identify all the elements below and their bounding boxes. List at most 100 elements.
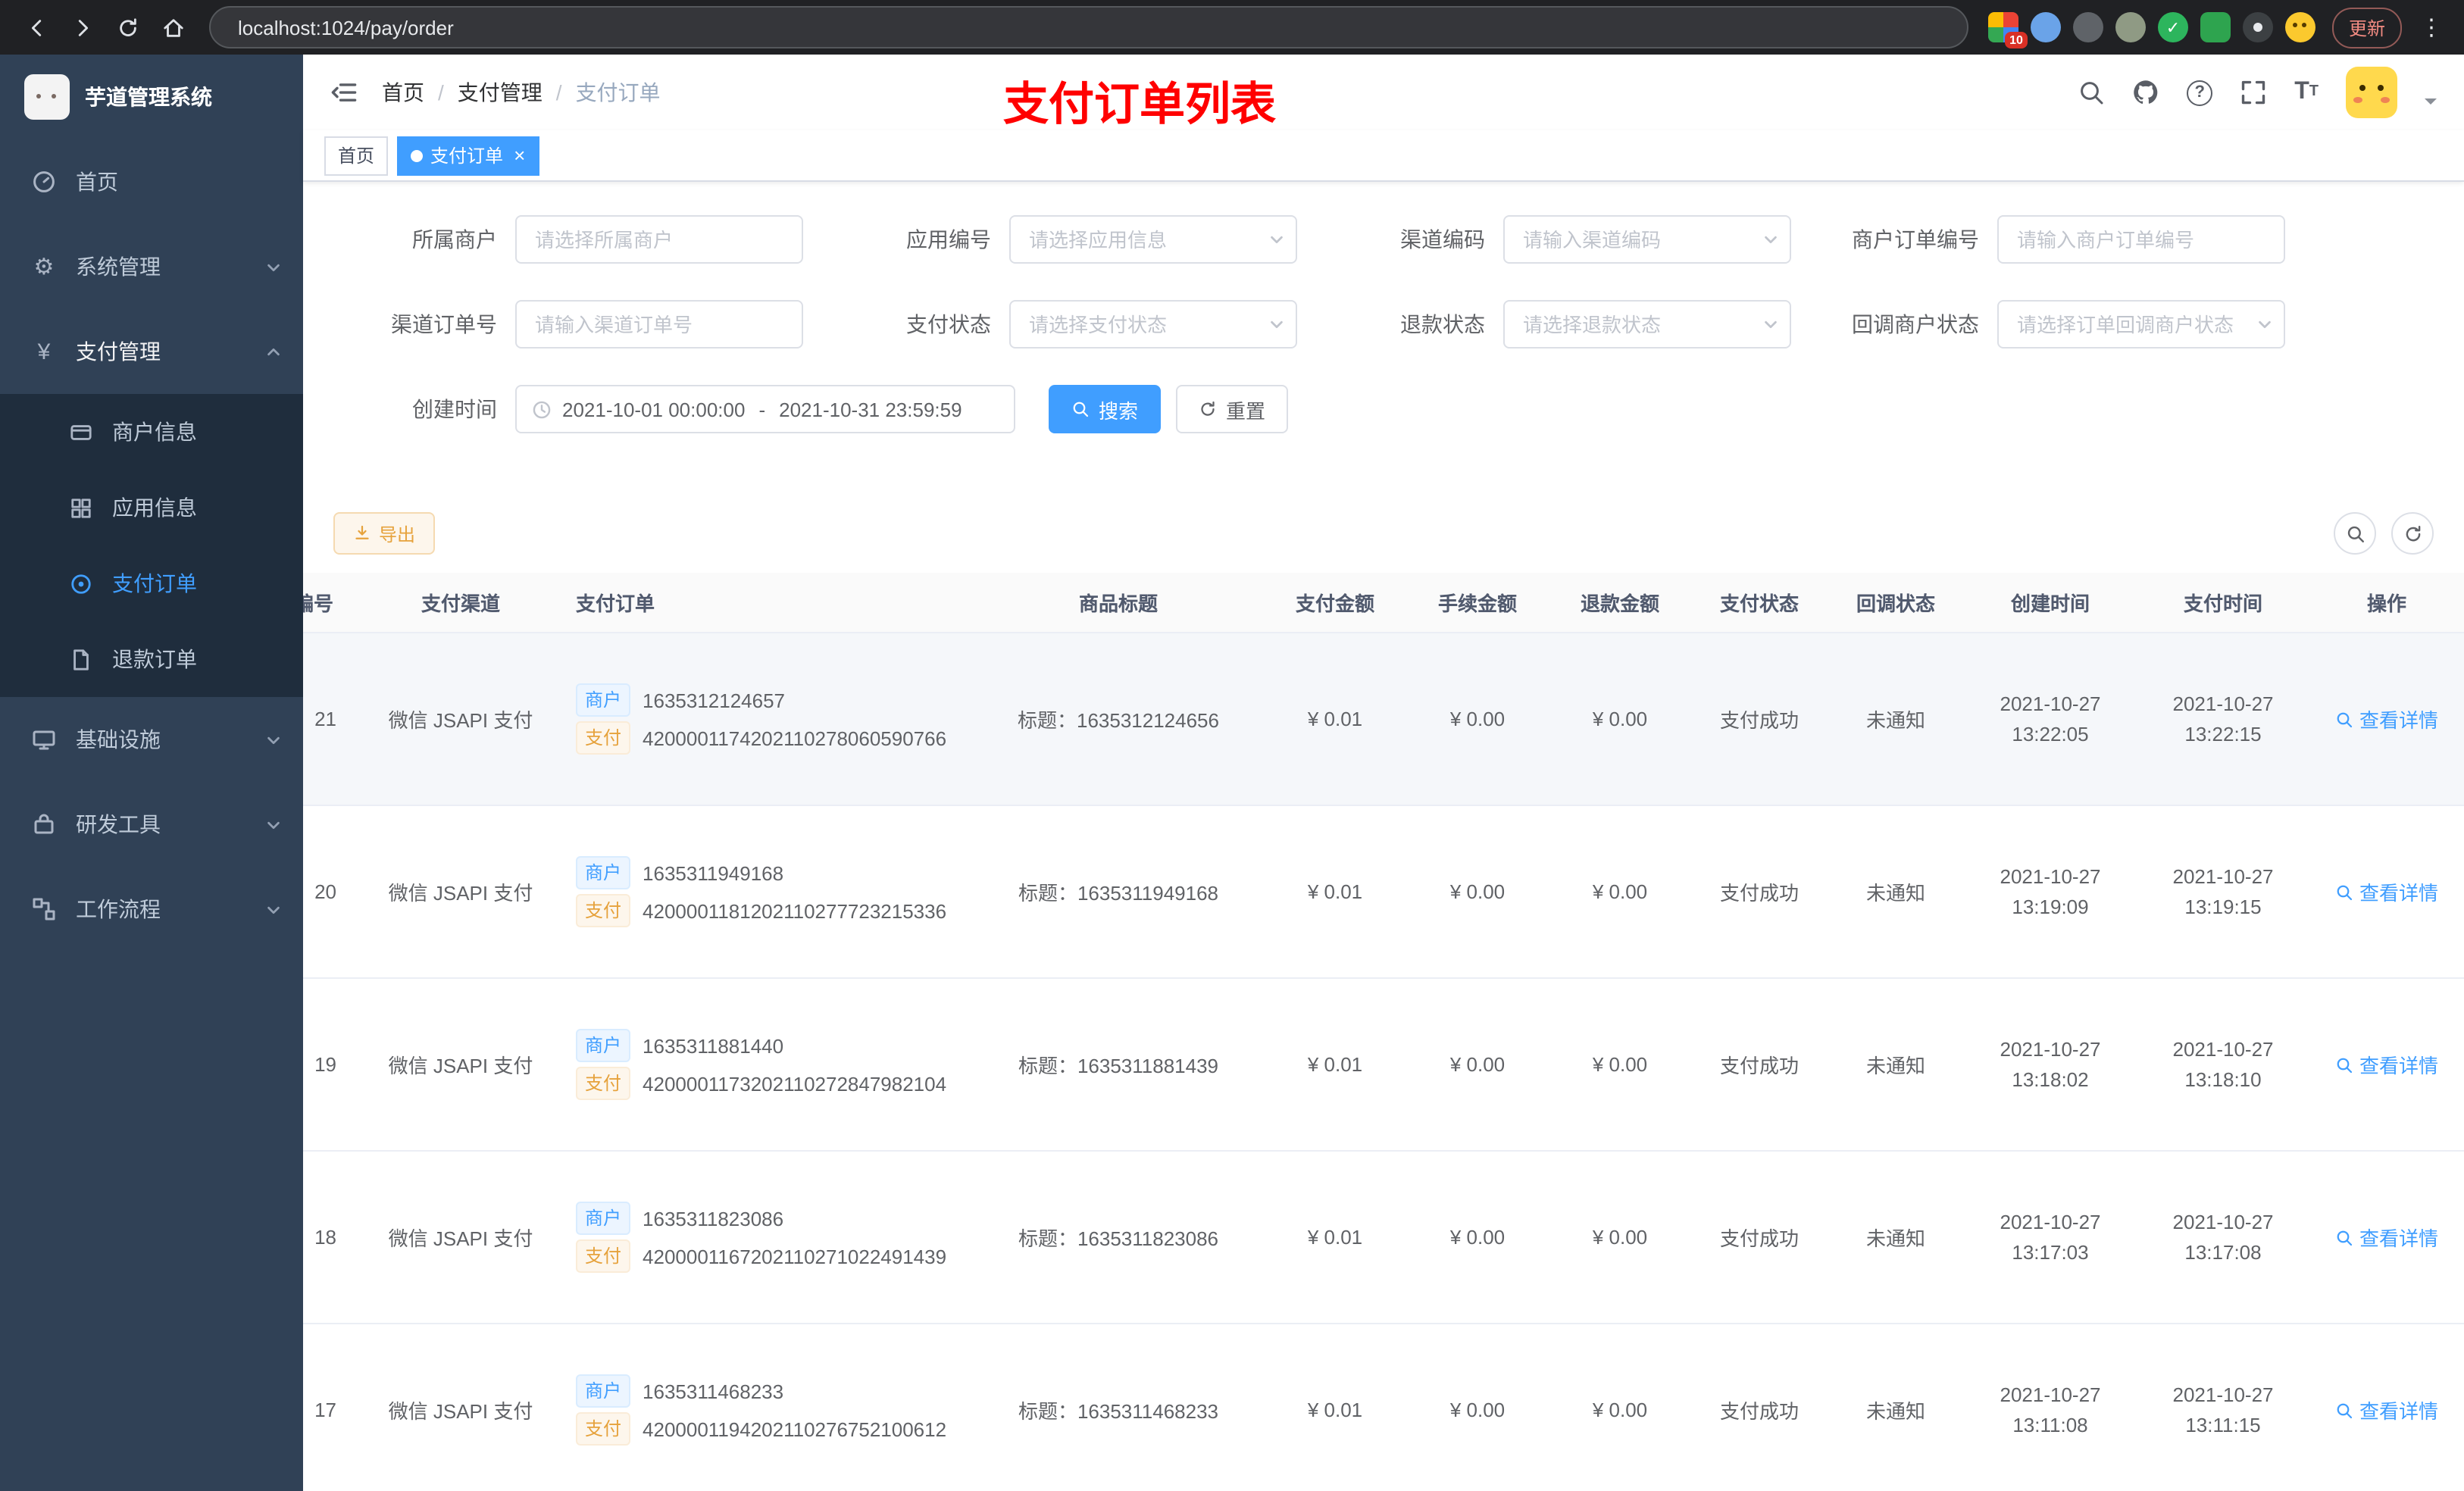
magnifier-icon — [2337, 711, 2353, 727]
home-icon[interactable] — [152, 6, 194, 48]
app-select[interactable] — [1009, 215, 1297, 264]
refresh-icon — [2405, 525, 2420, 541]
table-row[interactable]: 17 微信 JSAPI 支付 商户 1635311468233 支付 4200001… — [303, 1324, 2464, 1491]
sidebar-item-pay-order[interactable]: 支付订单 — [0, 545, 303, 621]
row-id: 19 — [314, 1053, 336, 1076]
target-icon — [67, 572, 94, 595]
extension-icon-green-square[interactable] — [2200, 12, 2231, 42]
created-time: 13:17:03 — [2012, 1240, 2089, 1263]
row-channel: 微信 JSAPI 支付 — [388, 1400, 533, 1423]
table-row[interactable]: 21 微信 JSAPI 支付 商户 1635312124657 支付 4200001… — [303, 633, 2464, 806]
view-detail-link[interactable]: 查看详情 — [2335, 1223, 2438, 1252]
view-detail-label: 查看详情 — [2359, 709, 2438, 732]
refund-status-select[interactable] — [1503, 300, 1791, 349]
tab-home[interactable]: 首页 — [324, 136, 389, 175]
address-bar[interactable]: localhost:1024/pay/order — [209, 6, 1968, 48]
sidebar-item-infra[interactable]: 基础设施 — [0, 697, 303, 782]
magnifier-icon — [2337, 1230, 2353, 1246]
extension-icon-colorgrid[interactable]: 10 — [1987, 12, 2028, 48]
profile-avatar-icon[interactable] — [2284, 12, 2315, 42]
filter-create-time: 创建时间 2021-10-01 00:00:00 - 2021-10-31 23… — [333, 385, 1015, 433]
table-row[interactable]: 20 微信 JSAPI 支付 商户 1635311949168 支付 4200001… — [303, 805, 2464, 979]
close-tab-icon[interactable]: × — [514, 145, 525, 165]
merchant-tag: 商户 — [576, 683, 631, 717]
sidebar-item-devtools[interactable]: 研发工具 — [0, 782, 303, 867]
sidebar-item-home[interactable]: 首页 — [0, 139, 303, 224]
view-detail-link[interactable]: 查看详情 — [2335, 705, 2438, 733]
header-search-icon[interactable] — [2078, 79, 2105, 106]
clock-icon — [533, 400, 551, 418]
extension-icon-blue[interactable] — [2030, 12, 2061, 42]
extension-icon-dark[interactable] — [2072, 12, 2103, 42]
breadcrumb-home[interactable]: 首页 — [382, 77, 424, 108]
refresh-table-button[interactable] — [2391, 512, 2434, 555]
help-icon[interactable]: ? — [2187, 80, 2213, 105]
row-channel: 微信 JSAPI 支付 — [388, 1055, 533, 1077]
magnifier-icon — [2337, 884, 2353, 900]
view-detail-link[interactable]: 查看详情 — [2335, 877, 2438, 906]
sidebar: 芋道管理系统 首页 ⚙ 系统管理 ¥ 支付管理 商户信息 应用信息 支付订单 退… — [0, 55, 303, 1491]
table-row[interactable]: 19 微信 JSAPI 支付 商户 1635311881440 支付 4200001… — [303, 978, 2464, 1152]
row-fee: ¥ 0.00 — [1449, 1399, 1506, 1421]
filter-merchant-order-no: 商户订单编号 — [1815, 215, 2309, 264]
reset-button[interactable]: 重置 — [1176, 385, 1289, 433]
workflow-icon — [30, 897, 58, 921]
row-amount: ¥ 0.01 — [1307, 1226, 1363, 1249]
forward-icon[interactable] — [61, 6, 103, 48]
sidebar-item-app-info[interactable]: 应用信息 — [0, 470, 303, 545]
pay-no: 4200001167202110271022491439 — [643, 1245, 947, 1268]
search-button[interactable]: 搜索 — [1049, 385, 1162, 433]
pay-status-select[interactable] — [1009, 300, 1297, 349]
extension-icon-check[interactable] — [2157, 12, 2188, 42]
merchant-select[interactable] — [515, 215, 803, 264]
extensions-pin-icon[interactable] — [2242, 12, 2273, 42]
export-button[interactable]: 导出 — [333, 512, 436, 555]
table-row[interactable]: 18 微信 JSAPI 支付 商户 1635311823086 支付 4200001… — [303, 1151, 2464, 1324]
sidebar-item-workflow[interactable]: 工作流程 — [0, 867, 303, 952]
filter-channel-order-no: 渠道订单号 — [333, 300, 827, 349]
search-icon — [1073, 402, 1089, 417]
extension-icon-olive[interactable] — [2115, 12, 2146, 42]
browser-menu-kebab-icon[interactable]: ⋮ — [2414, 14, 2449, 41]
sidebar-item-system[interactable]: ⚙ 系统管理 — [0, 224, 303, 309]
bank-card-icon — [67, 420, 94, 443]
channel-order-no-input[interactable] — [515, 300, 803, 349]
merchant-tag: 商户 — [576, 856, 631, 889]
view-detail-label: 查看详情 — [2359, 1055, 2438, 1077]
user-avatar[interactable] — [2346, 67, 2397, 118]
sidebar-item-refund-order[interactable]: 退款订单 — [0, 621, 303, 697]
notify-status-select[interactable] — [1997, 300, 2285, 349]
back-icon[interactable] — [15, 6, 58, 48]
tab-pay-order[interactable]: 支付订单 × — [397, 136, 539, 175]
fullscreen-icon[interactable] — [2240, 79, 2267, 106]
sidebar-toggle-icon[interactable] — [330, 79, 358, 106]
browser-update-button[interactable]: 更新 — [2331, 7, 2402, 48]
view-detail-link[interactable]: 查看详情 — [2335, 1050, 2438, 1079]
row-title: 标题：1635311823086 — [1018, 1227, 1219, 1250]
download-icon — [355, 525, 369, 539]
row-notify: 未通知 — [1865, 1055, 1925, 1077]
breadcrumb-pay[interactable]: 支付管理 — [458, 77, 543, 108]
paid-date: 2021-10-27 — [2172, 692, 2274, 714]
merchant-no: 1635311949168 — [643, 861, 784, 884]
chevron-down-icon — [265, 901, 282, 917]
row-refund: ¥ 0.00 — [1592, 1053, 1648, 1076]
row-title: 标题：1635311949168 — [1018, 882, 1219, 905]
font-size-icon[interactable]: TT — [2294, 80, 2319, 105]
github-icon[interactable] — [2132, 79, 2159, 106]
merchant-order-no-input[interactable] — [1997, 215, 2285, 264]
sidebar-item-pay[interactable]: ¥ 支付管理 — [0, 309, 303, 394]
sidebar-item-merchant-info[interactable]: 商户信息 — [0, 394, 303, 470]
row-amount: ¥ 0.01 — [1307, 1399, 1363, 1421]
magnifier-icon — [2337, 1057, 2353, 1073]
pay-no: 4200001173202110272847982104 — [643, 1072, 947, 1095]
date-range-picker[interactable]: 2021-10-01 00:00:00 - 2021-10-31 23:59:5… — [515, 385, 1015, 433]
row-id: 20 — [314, 880, 336, 903]
avatar-caret-down-icon[interactable] — [2425, 98, 2437, 111]
toggle-search-button[interactable] — [2334, 512, 2376, 555]
view-detail-link[interactable]: 查看详情 — [2335, 1396, 2438, 1424]
url-text: localhost:1024/pay/order — [238, 16, 454, 39]
row-notify: 未通知 — [1865, 1400, 1925, 1423]
channel-code-select[interactable] — [1503, 215, 1791, 264]
reload-icon[interactable] — [106, 6, 149, 48]
